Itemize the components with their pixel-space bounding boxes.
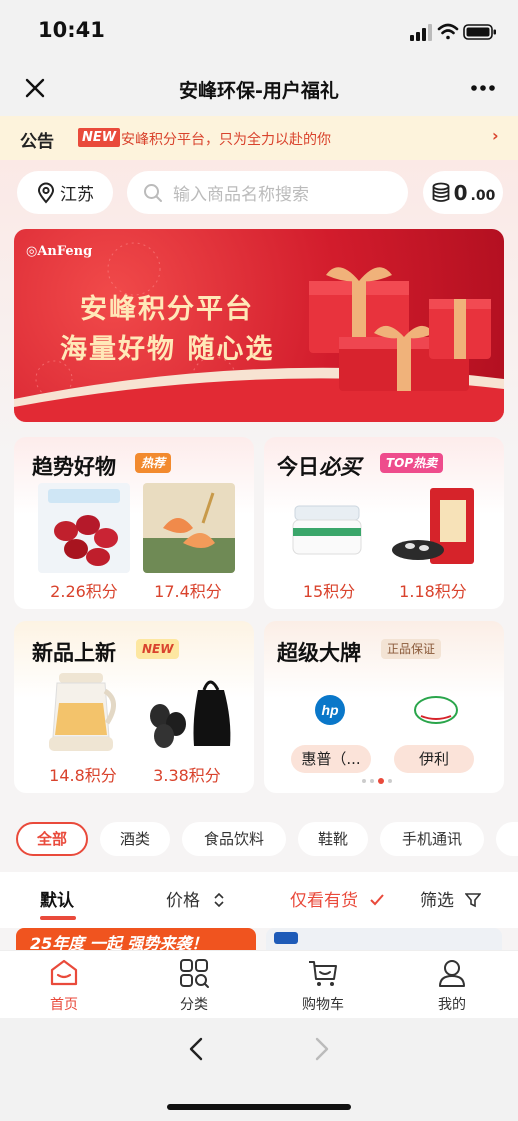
- status-time: 10:41: [38, 18, 105, 42]
- search-input[interactable]: 输入商品名称搜索: [127, 171, 408, 214]
- card-today-title: 今日必买: [277, 451, 361, 481]
- product-price: 2.26积分: [50, 582, 118, 601]
- checkmark-icon: [370, 894, 385, 906]
- brand-pill-yili[interactable]: 伊利: [394, 745, 474, 773]
- category-chip-shoes[interactable]: 鞋靴: [298, 822, 368, 856]
- more-icon[interactable]: [470, 84, 496, 92]
- card-new-title: 新品上新: [32, 641, 116, 665]
- brand-pill-hp[interactable]: 惠普（...: [291, 745, 371, 773]
- card-brands-title: 超级大牌: [277, 641, 361, 665]
- product-price: 3.38积分: [153, 766, 221, 785]
- location-label: 江苏: [60, 185, 94, 205]
- battery-icon: [463, 24, 496, 40]
- search-icon: [144, 183, 162, 202]
- points-balance[interactable]: 0.00: [423, 171, 503, 214]
- sort-default-underline: [40, 916, 76, 920]
- yili-logo[interactable]: [413, 694, 459, 726]
- card-trend-title: 趋势好物: [32, 455, 116, 479]
- category-chip-wine[interactable]: 酒类: [100, 822, 170, 856]
- coins-icon: [432, 182, 450, 202]
- product-image-kettle[interactable]: [45, 667, 125, 757]
- cream-jar-image: [292, 505, 362, 555]
- product-list-preview: 25年度 一起 强势来袭！: [14, 928, 504, 950]
- filter-button[interactable]: 筛选: [420, 886, 483, 911]
- card-today-title-b: 必买: [319, 455, 361, 479]
- category-chip-all[interactable]: 全部: [16, 822, 88, 856]
- product-card-promo-text: 25年度 一起 强势来袭！: [30, 934, 208, 950]
- banner-subheadline: 海量好物 随心选: [60, 334, 275, 365]
- svg-text:hp: hp: [321, 702, 339, 718]
- notice-label: 公告: [20, 132, 54, 152]
- trash-bags-image: [150, 680, 231, 748]
- shrimp-image: [143, 492, 235, 573]
- location-selector[interactable]: 江苏: [17, 171, 113, 214]
- sort-price-label: 价格: [166, 891, 200, 911]
- category-chip-food[interactable]: 食品饮料: [182, 822, 286, 856]
- profile-icon: [439, 960, 465, 987]
- product-image-shrimp[interactable]: [143, 483, 235, 573]
- card-new-tag: NEW: [136, 639, 180, 659]
- category-chip-phones[interactable]: 手机通讯: [380, 822, 484, 856]
- points-int: 0: [453, 180, 468, 205]
- filter-in-stock[interactable]: 仅看有货: [290, 886, 385, 911]
- product-price: 14.8积分: [49, 766, 117, 785]
- cart-icon: [309, 961, 337, 986]
- card-today-title-a: 今日: [277, 455, 319, 479]
- filter-icon: [464, 893, 483, 908]
- search-placeholder: 输入商品名称搜索: [173, 185, 309, 205]
- product-card-promo[interactable]: 25年度 一起 强势来袭！: [16, 928, 256, 950]
- hp-logo[interactable]: hp: [314, 694, 346, 726]
- system-status-icons: [410, 23, 496, 41]
- product-image-trash-bags[interactable]: [146, 670, 232, 756]
- product-price: 1.18积分: [399, 582, 467, 601]
- sunflower-seeds-image: [392, 488, 474, 564]
- red-dates-image: [48, 489, 120, 566]
- product-price: 17.4积分: [154, 582, 222, 601]
- product-image-cream[interactable]: [287, 494, 367, 564]
- logo-drop-icon: ◎: [26, 244, 38, 259]
- home-icon: [50, 959, 78, 986]
- back-chevron-icon[interactable]: [186, 1036, 206, 1062]
- tab-category-label[interactable]: 分类: [154, 994, 234, 1014]
- signal-icon: [410, 24, 432, 41]
- card-brands-tag: 正品保证: [381, 639, 442, 659]
- banner-headline: 安峰积分平台: [80, 294, 254, 325]
- sort-price[interactable]: 价格: [166, 886, 225, 911]
- brand-logo-badge: [274, 932, 298, 944]
- card-today-tag: TOP热卖: [380, 453, 444, 473]
- tab-home-label[interactable]: 首页: [24, 994, 104, 1014]
- tab-cart-label[interactable]: 购物车: [283, 994, 363, 1014]
- product-price: 15积分: [302, 582, 356, 601]
- card-trend-tag: 热荐: [135, 453, 172, 473]
- notice-text[interactable]: 安峰积分平台，只为全力以赴的你: [121, 129, 331, 149]
- filter-label: 筛选: [420, 891, 454, 911]
- category-icon: [180, 959, 209, 988]
- tab-profile-label[interactable]: 我的: [412, 994, 492, 1014]
- home-indicator: [167, 1104, 351, 1110]
- carousel-dots: [362, 778, 402, 784]
- notice-new-badge: NEW: [78, 128, 121, 147]
- sort-default[interactable]: 默认: [40, 886, 74, 911]
- product-image-dates[interactable]: [38, 483, 130, 573]
- forward-chevron-icon[interactable]: [312, 1036, 332, 1062]
- product-image-seeds[interactable]: [390, 486, 480, 566]
- wifi-icon: [437, 23, 459, 40]
- sort-arrows-icon: [214, 892, 224, 908]
- page-title: 安峰环保-用户福礼: [179, 80, 339, 102]
- kettle-image: [49, 673, 116, 751]
- app-page: 10:41 安峰环保-用户福礼 公告 NEW 安峰积分平台，只为全力以赴的你 ›: [0, 0, 518, 1121]
- anfeng-logo: ◎AnFeng: [26, 244, 92, 259]
- banner-logo-text: AnFeng: [37, 244, 93, 259]
- chevron-right-icon[interactable]: ›: [492, 126, 499, 145]
- location-pin-icon: [37, 182, 55, 204]
- product-card-second[interactable]: [266, 928, 502, 950]
- filter-in-stock-label: 仅看有货: [290, 891, 358, 911]
- points-dec: .00: [470, 187, 496, 204]
